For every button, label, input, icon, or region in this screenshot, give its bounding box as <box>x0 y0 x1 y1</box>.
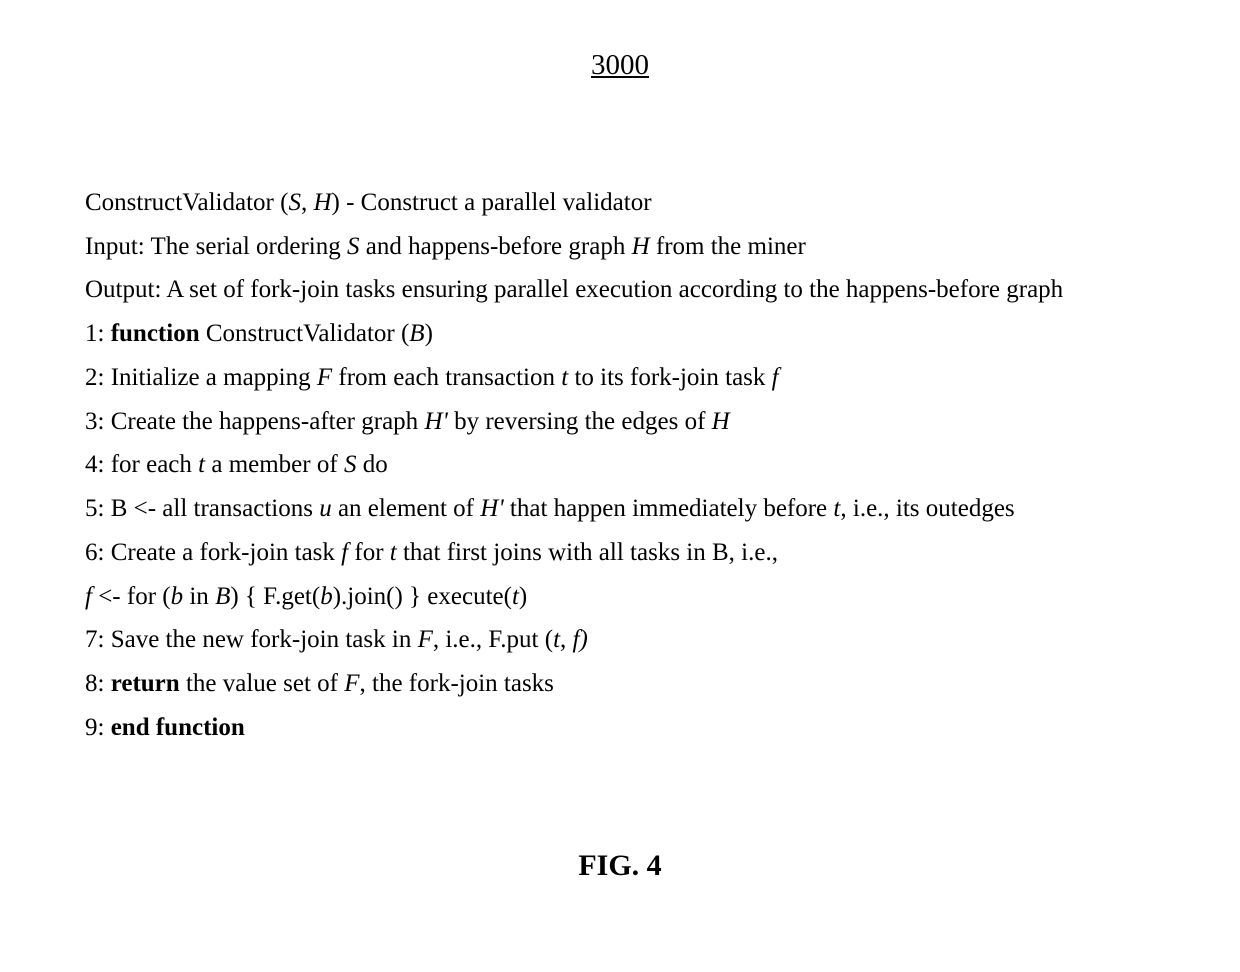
var-b: b <box>171 583 184 610</box>
keyword-end-function: end function <box>111 714 245 741</box>
keyword-return: return <box>111 670 180 697</box>
var-S: S <box>288 189 301 216</box>
l2-mid2: to its fork-join task <box>568 364 771 391</box>
l9-num: 9: <box>85 714 111 741</box>
algo-line-6: 6: Create a fork-join task f for t that … <box>85 531 1155 575</box>
var-S: S <box>347 233 360 260</box>
var-Hprime: H' <box>480 495 503 522</box>
var-f: f <box>85 583 92 610</box>
l8-end: , the fork-join tasks <box>360 670 554 697</box>
args-sep: , <box>301 189 314 216</box>
input-mid: and happens-before graph <box>359 233 631 260</box>
var-t: t <box>553 626 560 653</box>
l6b-mid2: in <box>183 583 215 610</box>
algo-line-9: 9: end function <box>85 706 1155 750</box>
var-F: F <box>317 364 332 391</box>
l1-rest: ConstructValidator ( <box>200 320 410 347</box>
l6-mid1: for <box>348 539 390 566</box>
algo-line-2: 2: Initialize a mapping F from each tran… <box>85 356 1155 400</box>
var-B: B <box>409 320 424 347</box>
algo-line-4: 4: for each t a member of S do <box>85 443 1155 487</box>
var-H: H <box>712 408 730 435</box>
l6b-mid3: ) { F.get( <box>230 583 320 610</box>
l5-prefix: 5: B <- all transactions <box>85 495 319 522</box>
l6-prefix: 6: Create a fork-join task <box>85 539 341 566</box>
var-H: H <box>313 189 331 216</box>
l4-end: do <box>356 451 387 478</box>
var-S: S <box>344 451 357 478</box>
l6b-close: ) <box>519 583 527 610</box>
figure-caption: FIG. 4 <box>85 840 1155 893</box>
l4-mid: a member of <box>205 451 344 478</box>
l5-mid2: that happen immediately before <box>504 495 834 522</box>
var-B: B <box>215 583 230 610</box>
algo-input: Input: The serial ordering S and happens… <box>85 225 1155 269</box>
var-t: t <box>390 539 397 566</box>
var-f: f) <box>573 626 588 653</box>
l4-prefix: 4: for each <box>85 451 198 478</box>
var-F: F <box>418 626 433 653</box>
algo-line-7: 7: Save the new fork-join task in F, i.e… <box>85 618 1155 662</box>
var-Hprime: H' <box>424 408 447 435</box>
algo-line-8: 8: return the value set of F, the fork-j… <box>85 662 1155 706</box>
line-num: 1: <box>85 320 111 347</box>
l3-prefix: 3: Create the happens-after graph <box>85 408 424 435</box>
var-H: H <box>632 233 650 260</box>
l8-mid: the value set of <box>180 670 345 697</box>
algo-line-1: 1: function ConstructValidator (B) <box>85 312 1155 356</box>
algo-line-3: 3: Create the happens-after graph H' by … <box>85 400 1155 444</box>
keyword-function: function <box>111 320 200 347</box>
l7-mid: , i.e., F.put ( <box>433 626 553 653</box>
input-label: Input: The serial ordering <box>85 233 347 260</box>
l6b-mid4: ).join() } execute( <box>333 583 512 610</box>
algo-line-5: 5: B <- all transactions u an element of… <box>85 487 1155 531</box>
l8-num: 8: <box>85 670 111 697</box>
l2-prefix: 2: Initialize a mapping <box>85 364 317 391</box>
algo-name-prefix: ConstructValidator ( <box>85 189 288 216</box>
algo-line-6b: f <- for (b in B) { F.get(b).join() } ex… <box>85 575 1155 619</box>
var-f: f <box>772 364 779 391</box>
l7-prefix: 7: Save the new fork-join task in <box>85 626 418 653</box>
l6-end: that first joins with all tasks in B, i.… <box>397 539 778 566</box>
var-u: u <box>319 495 332 522</box>
l5-end: , i.e., its outedges <box>840 495 1014 522</box>
var-t: t <box>512 583 519 610</box>
var-b: b <box>320 583 333 610</box>
l3-mid: by reversing the edges of <box>448 408 712 435</box>
l6b-mid1: <- for ( <box>92 583 171 610</box>
l2-mid1: from each transaction <box>332 364 561 391</box>
input-end: from the miner <box>650 233 806 260</box>
algorithm-block: ConstructValidator (S, H) - Construct a … <box>85 181 1155 750</box>
algo-title: ConstructValidator (S, H) - Construct a … <box>85 181 1155 225</box>
var-F: F <box>344 670 359 697</box>
algo-name-suffix: ) - Construct a parallel validator <box>332 189 652 216</box>
l1-close: ) <box>425 320 433 347</box>
l5-mid1: an element of <box>332 495 481 522</box>
l7-sep: , <box>560 626 573 653</box>
algo-output: Output: A set of fork-join tasks ensurin… <box>85 268 1155 312</box>
figure-number: 3000 <box>85 40 1155 91</box>
